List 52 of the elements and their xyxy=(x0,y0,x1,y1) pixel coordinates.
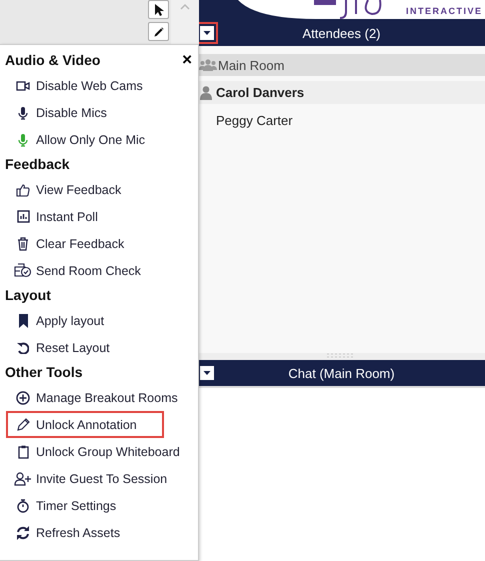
menu-item[interactable]: Disable Web Cams xyxy=(6,72,151,99)
splitter-grip-icon[interactable] xyxy=(326,353,356,358)
menu-item[interactable]: Unlock Annotation xyxy=(6,411,164,438)
menu-item[interactable]: Invite Guest To Session xyxy=(6,465,176,492)
room-check-icon xyxy=(14,263,32,278)
thumbs-up-icon xyxy=(16,182,30,196)
pencil-icon xyxy=(16,418,30,432)
pointer-tool-button[interactable] xyxy=(148,0,169,19)
bookmark-icon xyxy=(18,314,28,328)
panel-title: Chat (Main Room) xyxy=(287,366,396,380)
menu-item[interactable]: View Feedback xyxy=(6,176,130,203)
menu-item[interactable]: Allow Only One Mic xyxy=(6,126,154,153)
menu-item[interactable]: Disable Mics xyxy=(6,99,115,126)
menu-item[interactable]: Clear Feedback xyxy=(6,230,132,257)
bar-chart-icon xyxy=(16,210,30,223)
trash-icon xyxy=(17,236,29,250)
panel-title: Attendees (2) xyxy=(301,26,382,40)
attendee-row[interactable]: Peggy Carter xyxy=(196,109,485,132)
menu-item[interactable]: Instant Poll xyxy=(6,203,106,230)
menu-item[interactable]: Unlock Group Whiteboard xyxy=(6,438,188,465)
add-user-icon xyxy=(14,472,32,486)
microphone-icon xyxy=(18,106,28,120)
attendee-name: Peggy Carter xyxy=(216,113,293,128)
video-camera-icon xyxy=(16,80,30,92)
menu-item[interactable]: Reset Layout xyxy=(6,334,118,361)
menu-item[interactable]: Send Room Check xyxy=(6,257,149,284)
section-heading: Layout xyxy=(5,286,51,305)
logo-subtitle: INTERACTIVE xyxy=(406,7,483,16)
stopwatch-icon xyxy=(17,498,29,512)
person-icon xyxy=(200,86,212,100)
microphone-icon xyxy=(18,132,28,146)
room-name: Main Room xyxy=(218,58,284,72)
section-heading: Other Tools xyxy=(5,363,83,382)
section-heading: Feedback xyxy=(5,155,70,174)
room-row[interactable]: Main Room xyxy=(196,54,485,76)
menu-item[interactable]: Apply layout xyxy=(6,307,112,334)
caret-down-icon xyxy=(200,26,214,40)
pencil-icon xyxy=(152,24,166,38)
plus-circle-icon xyxy=(16,390,30,404)
menu-item[interactable]: Manage Breakout Rooms xyxy=(6,384,186,411)
pencil-tool-button[interactable] xyxy=(148,22,169,41)
attendee-name: Carol Danvers xyxy=(216,85,304,100)
attendee-row[interactable]: Carol Danvers xyxy=(196,81,485,104)
group-icon xyxy=(199,59,217,71)
undo-icon xyxy=(17,342,29,354)
close-button[interactable]: × xyxy=(182,51,192,68)
refresh-icon xyxy=(16,526,30,540)
dropdown-button[interactable] xyxy=(196,22,218,44)
menu-item[interactable]: Timer Settings xyxy=(6,492,124,519)
section-heading: Audio & Video xyxy=(5,51,100,70)
menu-item[interactable]: Refresh Assets xyxy=(6,519,128,546)
clipboard-icon xyxy=(18,444,28,458)
